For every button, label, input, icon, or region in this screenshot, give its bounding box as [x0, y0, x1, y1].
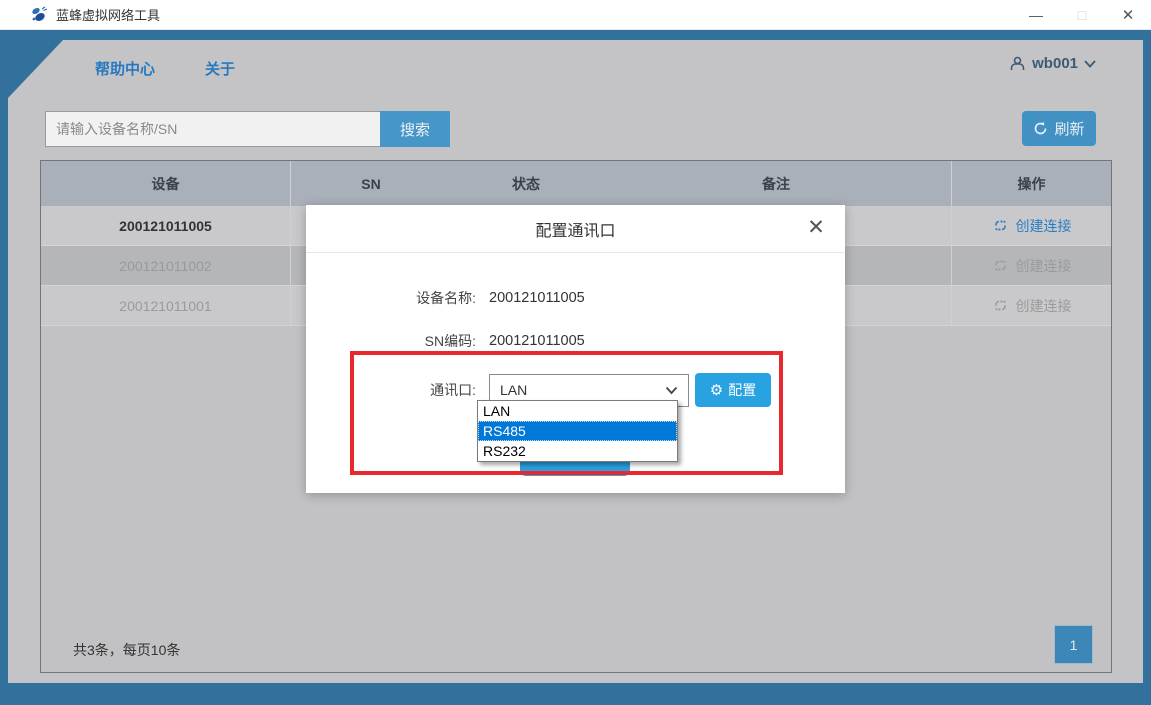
user-menu[interactable]: wb001 — [1009, 55, 1096, 72]
header-remark: 备注 — [762, 175, 790, 192]
option-rs485[interactable]: RS485 — [478, 421, 677, 441]
action-label: 创建连接 — [1015, 217, 1072, 234]
header-sn: SN — [361, 175, 381, 192]
chevron-down-icon — [665, 386, 678, 394]
modal-title: 配置通讯口 — [535, 222, 616, 240]
maximize-button[interactable]: □ — [1059, 0, 1105, 30]
tab-help-center[interactable]: 帮助中心 — [95, 58, 155, 79]
port-label: 通讯口: — [430, 382, 476, 398]
app-logo-icon — [32, 6, 48, 21]
search-button[interactable]: 搜索 — [380, 111, 450, 147]
create-connection-icon — [994, 260, 1006, 271]
user-name: wb001 — [1032, 55, 1078, 72]
sn-code-label: SN编码: — [424, 333, 476, 349]
sn-code-value: 200121011005 — [489, 333, 585, 349]
action-label: 创建连接 — [1015, 297, 1072, 314]
create-connection-icon — [994, 220, 1006, 231]
option-lan[interactable]: LAN — [478, 401, 677, 421]
create-connection-link[interactable]: 创建连接 — [992, 256, 1072, 276]
port-select-value: LAN — [500, 382, 528, 398]
search-input[interactable] — [45, 111, 380, 147]
chevron-down-icon — [1084, 59, 1096, 68]
device-name-label: 设备名称: — [416, 290, 476, 306]
user-icon — [1010, 56, 1025, 70]
refresh-label: 刷新 — [1054, 121, 1085, 138]
device-name: 200121011005 — [41, 206, 291, 245]
window-title: 蓝蜂虚拟网络工具 — [56, 8, 161, 23]
pagination-summary: 共3条，每页10条 — [73, 642, 181, 658]
minimize-button[interactable]: — — [1013, 0, 1059, 30]
tab-about[interactable]: 关于 — [205, 58, 235, 79]
app-window: 蓝蜂虚拟网络工具 — □ ✕ 帮助中心 关于 wb001 搜索 刷新 — [0, 0, 1151, 705]
gear-icon: ⚙ — [709, 381, 724, 399]
create-connection-icon — [994, 300, 1006, 311]
port-dropdown-list: LAN RS485 RS232 — [477, 400, 678, 462]
header-action: 操作 — [951, 161, 1111, 206]
configure-label: 配置 — [728, 382, 757, 398]
header-device: 设备 — [41, 161, 291, 206]
create-connection-link[interactable]: 创建连接 — [992, 296, 1072, 316]
configure-button[interactable]: ⚙ 配置 — [695, 373, 771, 407]
action-label: 创建连接 — [1015, 257, 1072, 274]
refresh-icon — [1035, 121, 1047, 135]
refresh-button[interactable]: 刷新 — [1022, 111, 1096, 146]
header-status: 状态 — [512, 175, 540, 192]
device-name-value: 200121011005 — [489, 290, 585, 306]
table-header-row: 设备 SN 状态 备注 操作 — [41, 161, 1111, 206]
modal-close-icon[interactable]: ✕ — [803, 215, 829, 241]
titlebar: 蓝蜂虚拟网络工具 — □ ✕ — [0, 0, 1151, 30]
device-name: 200121011001 — [41, 286, 291, 325]
close-button[interactable]: ✕ — [1105, 0, 1151, 30]
option-rs232[interactable]: RS232 — [478, 441, 677, 461]
device-name: 200121011002 — [41, 246, 291, 285]
page-1-button[interactable]: 1 — [1054, 625, 1093, 664]
create-connection-link[interactable]: 创建连接 — [992, 216, 1072, 236]
